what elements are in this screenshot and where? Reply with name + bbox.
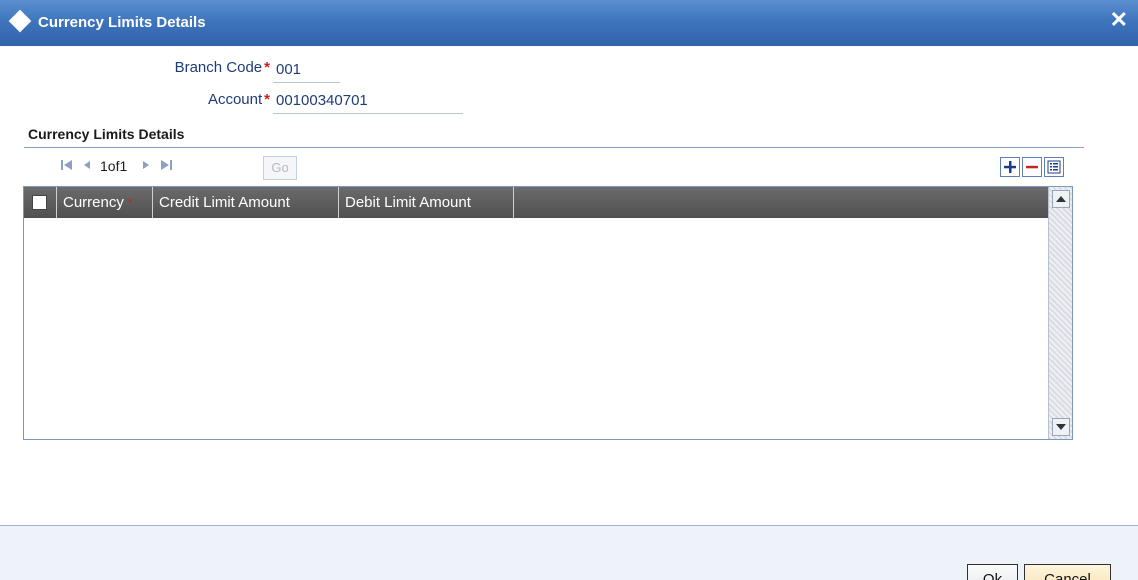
section-divider [24, 147, 1084, 148]
cancel-button[interactable]: Cancel [1024, 564, 1111, 580]
add-row-button[interactable] [1000, 157, 1020, 177]
currency-limits-grid: Currency * Credit Limit Amount Debit Limi… [23, 186, 1073, 440]
pager: 1of1 [60, 156, 173, 176]
select-all-column [24, 187, 57, 218]
single-view-button[interactable] [1044, 157, 1064, 177]
scroll-up-icon[interactable] [1052, 190, 1070, 208]
previous-page-icon[interactable] [82, 158, 92, 175]
page-indicator: 1of1 [100, 158, 128, 174]
first-page-icon[interactable] [60, 158, 74, 175]
list-view-icon [1047, 160, 1061, 174]
last-page-icon[interactable] [159, 158, 173, 175]
required-marker: * [264, 91, 270, 108]
required-marker: * [264, 59, 270, 76]
vertical-scrollbar[interactable] [1048, 187, 1072, 439]
column-header-label: Currency [63, 194, 124, 211]
close-icon[interactable]: ✕ [1110, 9, 1128, 31]
title-bar: Currency Limits Details ✕ [0, 0, 1138, 46]
column-header-debit-limit[interactable]: Debit Limit Amount [339, 187, 514, 218]
section-title: Currency Limits Details [28, 126, 185, 142]
scroll-down-icon[interactable] [1052, 418, 1070, 436]
next-page-icon[interactable] [141, 158, 151, 175]
account-field[interactable]: 00100340701 [273, 92, 463, 114]
account-label-text: Account [207, 91, 263, 108]
go-button[interactable]: Go [263, 156, 297, 180]
select-all-checkbox[interactable] [32, 195, 47, 210]
grid-header: Currency * Credit Limit Amount Debit Limi… [24, 187, 1049, 218]
plus-icon [1004, 161, 1016, 173]
branch-code-label: Branch Code * [120, 59, 270, 76]
required-marker: * [127, 196, 133, 209]
minus-icon [1026, 165, 1038, 169]
delete-row-button[interactable] [1022, 157, 1042, 177]
column-header-currency[interactable]: Currency * [57, 187, 153, 218]
branch-code-field[interactable]: 001 [273, 61, 340, 83]
branch-code-label-text: Branch Code [174, 59, 263, 76]
column-header-credit-limit[interactable]: Credit Limit Amount [153, 187, 339, 218]
ok-button[interactable]: Ok [967, 564, 1018, 580]
window-title: Currency Limits Details [38, 14, 206, 31]
diamond-icon [8, 9, 32, 33]
account-label: Account * [120, 91, 270, 108]
